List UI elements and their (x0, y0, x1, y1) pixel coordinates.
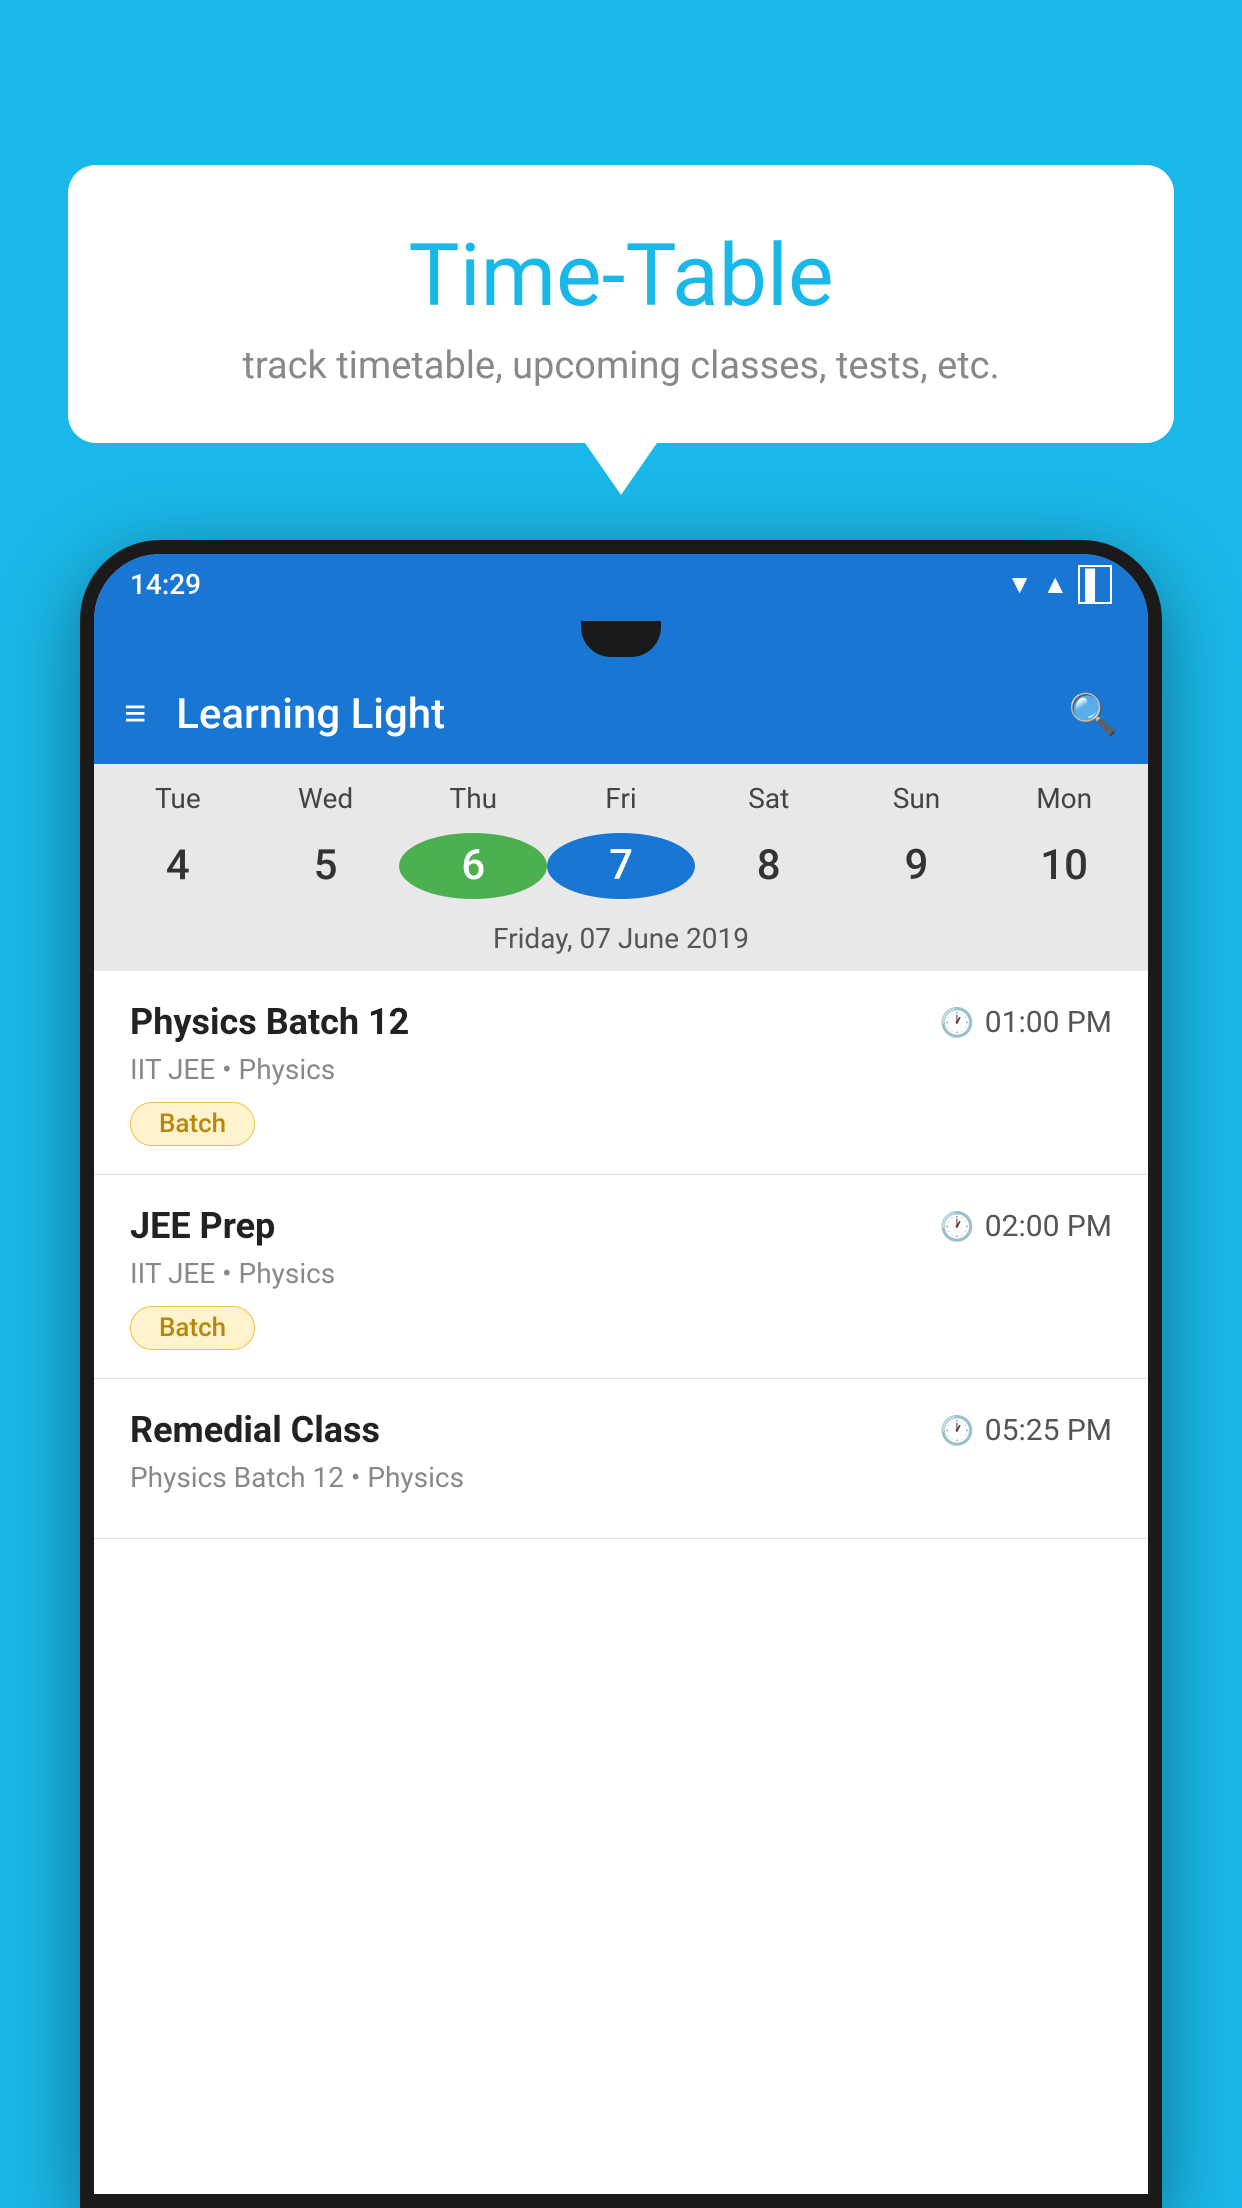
clock-icon: 🕐 (940, 1210, 975, 1243)
day-number[interactable]: 7 (547, 833, 695, 899)
bubble-subtitle: track timetable, upcoming classes, tests… (118, 344, 1124, 388)
notch-row (94, 614, 1148, 664)
day-header: Thu (399, 782, 547, 825)
day-number[interactable]: 5 (252, 831, 400, 900)
time-text: 01:00 PM (985, 1005, 1112, 1040)
search-icon[interactable]: 🔍 (1068, 691, 1118, 738)
hamburger-icon[interactable]: ≡ (124, 692, 146, 736)
day-number[interactable]: 9 (843, 831, 991, 900)
day-header: Wed (252, 782, 400, 825)
day-header: Sun (843, 782, 991, 825)
battery-icon: ▌ (1078, 565, 1112, 604)
day-header: Mon (990, 782, 1138, 825)
item-title: Physics Batch 12 (130, 1001, 409, 1043)
item-subtitle: Physics Batch 12 • Physics (130, 1461, 1112, 1494)
clock-icon: 🕐 (940, 1414, 975, 1447)
app-title: Learning Light (176, 690, 1068, 739)
day-numbers: 45678910 (94, 825, 1148, 912)
clock-icon: 🕐 (940, 1006, 975, 1039)
batch-badge: Batch (130, 1102, 255, 1146)
wifi-icon: ▼ (1007, 569, 1033, 600)
status-time: 14:29 (130, 568, 1007, 601)
day-num-wrapper[interactable]: 5 (252, 831, 400, 900)
time-text: 05:25 PM (985, 1413, 1112, 1448)
day-num-wrapper[interactable]: 4 (104, 831, 252, 900)
day-num-wrapper[interactable]: 8 (695, 831, 843, 900)
item-time: 🕐 01:00 PM (940, 1005, 1112, 1040)
schedule-item[interactable]: JEE Prep 🕐 02:00 PM IIT JEE • Physics Batch (94, 1175, 1148, 1379)
item-subtitle: IIT JEE • Physics (130, 1257, 1112, 1290)
day-number[interactable]: 6 (399, 833, 547, 899)
day-headers: TueWedThuFriSatSunMon (94, 782, 1148, 825)
status-icons: ▼ ▲ ▌ (1007, 565, 1112, 604)
speech-bubble: Time-Table track timetable, upcoming cla… (68, 165, 1174, 443)
app-bar: ≡ Learning Light 🔍 (94, 664, 1148, 764)
schedule-item[interactable]: Remedial Class 🕐 05:25 PM Physics Batch 12 … (94, 1379, 1148, 1539)
day-number[interactable]: 8 (695, 831, 843, 900)
item-time: 🕐 02:00 PM (940, 1209, 1112, 1244)
selected-date-label: Friday, 07 June 2019 (94, 912, 1148, 971)
notch (581, 621, 661, 657)
day-num-wrapper[interactable]: 10 (990, 831, 1138, 900)
day-num-wrapper[interactable]: 9 (843, 831, 991, 900)
day-number[interactable]: 4 (104, 831, 252, 900)
calendar-section: TueWedThuFriSatSunMon 45678910 Friday, 0… (94, 764, 1148, 971)
item-time: 🕐 05:25 PM (940, 1413, 1112, 1448)
phone-screen: 14:29 ▼ ▲ ▌ ≡ Learning Light 🔍 TueWedThu… (94, 554, 1148, 2194)
time-text: 02:00 PM (985, 1209, 1112, 1244)
schedule-list: Physics Batch 12 🕐 01:00 PM IIT JEE • Physi… (94, 971, 1148, 2194)
schedule-item[interactable]: Physics Batch 12 🕐 01:00 PM IIT JEE • Physi… (94, 971, 1148, 1175)
day-number[interactable]: 10 (990, 831, 1138, 900)
bubble-title: Time-Table (118, 225, 1124, 326)
item-title: Remedial Class (130, 1409, 380, 1451)
day-num-wrapper[interactable]: 6 (399, 833, 547, 899)
day-header: Fri (547, 782, 695, 825)
status-bar: 14:29 ▼ ▲ ▌ (94, 554, 1148, 614)
batch-badge: Batch (130, 1306, 255, 1350)
item-subtitle: IIT JEE • Physics (130, 1053, 1112, 1086)
day-header: Tue (104, 782, 252, 825)
signal-icon: ▲ (1042, 569, 1068, 600)
day-header: Sat (695, 782, 843, 825)
phone-frame: 14:29 ▼ ▲ ▌ ≡ Learning Light 🔍 TueWedThu… (80, 540, 1162, 2208)
item-title: JEE Prep (130, 1205, 275, 1247)
day-num-wrapper[interactable]: 7 (547, 833, 695, 899)
